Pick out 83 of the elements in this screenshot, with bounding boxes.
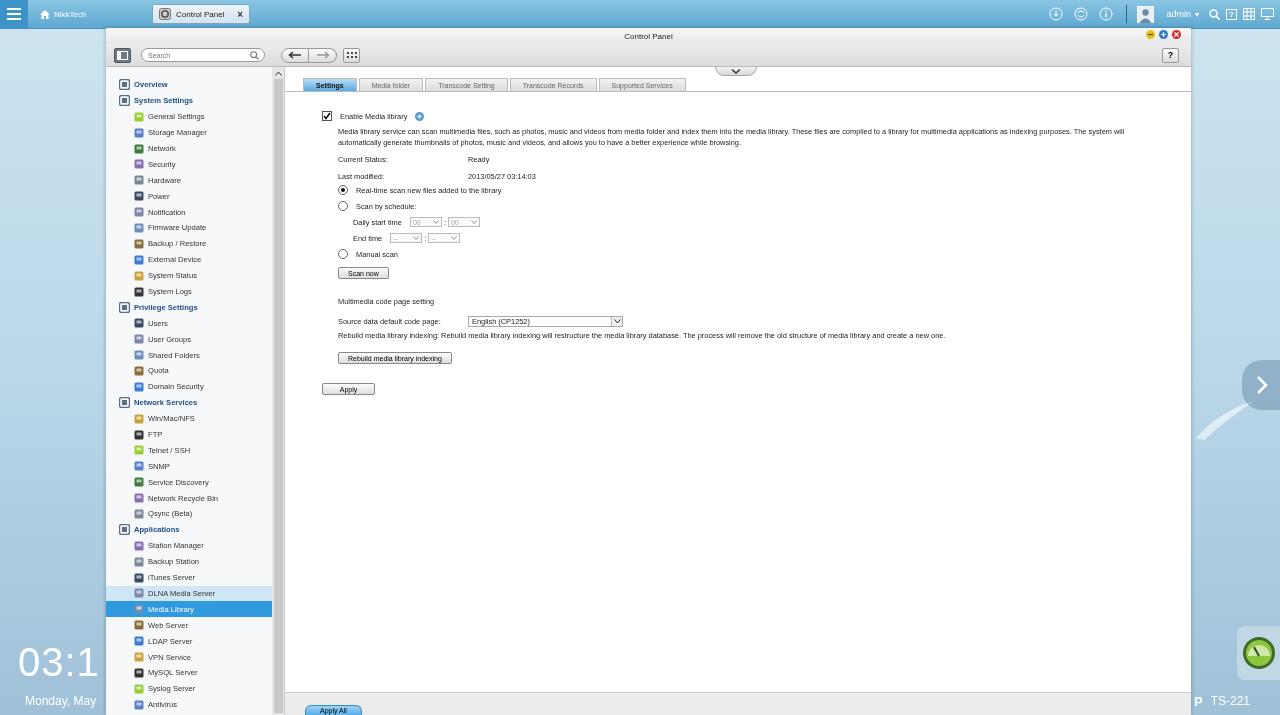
- search-icon: [250, 51, 259, 60]
- logo: P: [1194, 694, 1203, 709]
- back-button[interactable]: [281, 47, 309, 63]
- caret-icon: [413, 236, 420, 240]
- help-icon[interactable]: [415, 111, 425, 121]
- app-icon: [134, 509, 144, 519]
- collapse-button[interactable]: [715, 67, 757, 76]
- app-icon: [134, 365, 144, 376]
- help-button[interactable]: ?: [1162, 47, 1179, 63]
- app-icon: [134, 461, 144, 472]
- app-icon: [134, 254, 144, 265]
- app-icon: [134, 222, 144, 233]
- next-button[interactable]: [1242, 360, 1280, 410]
- avatar-icon[interactable]: [1136, 5, 1154, 23]
- app-icon: [134, 477, 144, 488]
- grid-icon: [346, 51, 357, 59]
- radio-button[interactable]: [338, 201, 348, 211]
- minimize-button[interactable]: [1146, 30, 1155, 39]
- app-icon: [134, 493, 144, 504]
- radio-button[interactable]: [338, 249, 348, 259]
- category-icon: [119, 524, 130, 536]
- app-icon: [134, 620, 144, 631]
- date-label: Monday, May: [25, 694, 97, 708]
- app-icon: [134, 143, 144, 154]
- app-icon: [134, 286, 144, 297]
- app-icon: [134, 334, 144, 345]
- app-icon: [134, 381, 144, 392]
- maximize-button[interactable]: [1159, 30, 1168, 39]
- radio-button[interactable]: [338, 185, 348, 195]
- app-icon: [134, 429, 144, 440]
- app-icon: [134, 318, 144, 329]
- menu-icon: [7, 8, 21, 20]
- app-icon: [134, 636, 144, 647]
- app-icon: [134, 207, 144, 218]
- app-icon: [134, 350, 144, 361]
- category-icon: [119, 397, 130, 409]
- arrow-left-icon: [288, 51, 302, 59]
- app-icon: [134, 270, 144, 281]
- category-icon: [119, 79, 130, 91]
- app-icon: [134, 445, 144, 456]
- app-icon: [134, 572, 144, 583]
- app-icon: [134, 604, 144, 615]
- arrow-right-icon: [315, 51, 330, 59]
- gauge-widget[interactable]: [1237, 626, 1280, 680]
- caret-icon: [432, 220, 439, 224]
- app-icon: [134, 111, 144, 122]
- app-icon: [134, 238, 144, 249]
- app-tab[interactable]: Control Panel ×: [152, 4, 250, 24]
- apps-button[interactable]: [343, 47, 360, 63]
- search-icon[interactable]: [1209, 8, 1221, 20]
- model-label: TS-221: [1210, 694, 1251, 709]
- app-icon: [134, 699, 144, 710]
- home-icon: [40, 9, 50, 19]
- caret-icon: [451, 236, 458, 240]
- chevron-down-icon: [731, 68, 741, 74]
- app-icon: [134, 175, 144, 186]
- menu-button[interactable]: [0, 0, 28, 28]
- close-button[interactable]: [1172, 30, 1181, 39]
- window-title: Control Panel: [624, 31, 673, 41]
- app-icon: [134, 667, 144, 678]
- caret-icon: [613, 319, 621, 324]
- scrollbar[interactable]: [272, 67, 284, 715]
- caret-icon: [470, 220, 477, 224]
- category-icon: [119, 301, 130, 313]
- app-icon: [134, 191, 144, 202]
- caret-up-icon[interactable]: [274, 70, 282, 76]
- swoosh-drawing: [1196, 400, 1256, 440]
- app-icon: [134, 413, 144, 424]
- app-icon: [134, 159, 144, 170]
- app-icon: [134, 588, 144, 599]
- app-icon: [134, 652, 144, 662]
- category-icon: [119, 95, 130, 107]
- sidebar-toggle-button[interactable]: [114, 47, 131, 63]
- monitor-icon[interactable]: [1261, 8, 1274, 20]
- app-icon: [134, 556, 144, 567]
- app-tab-label: Control Panel: [176, 9, 225, 19]
- app-icon: [134, 683, 144, 694]
- clock: 03:1: [18, 640, 100, 685]
- close-tab-button[interactable]: ×: [237, 8, 243, 20]
- app-icon: [134, 540, 144, 551]
- chevron-right-icon: [1255, 375, 1269, 395]
- app-icon: [134, 127, 144, 138]
- checkbox[interactable]: [322, 111, 332, 121]
